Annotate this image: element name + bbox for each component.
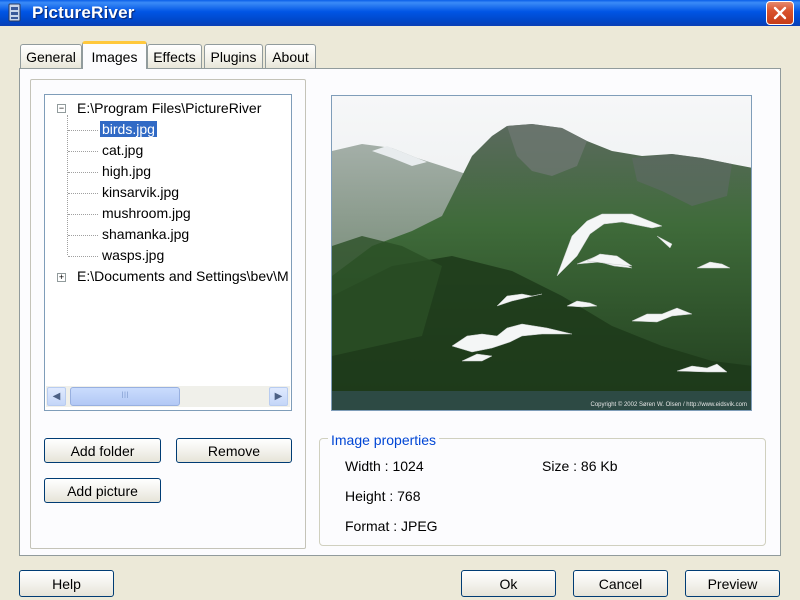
- plus-expander-icon[interactable]: +: [57, 273, 66, 282]
- tree-root-documents[interactable]: E:\Documents and Settings\bev\M: [77, 268, 289, 284]
- scrollbar-thumb[interactable]: III: [70, 387, 180, 406]
- tree-file-wasps[interactable]: wasps.jpg: [102, 247, 164, 263]
- help-button[interactable]: Help: [19, 570, 114, 597]
- folder-tree-view[interactable]: − E:\Program Files\PictureRiver birds.jp…: [44, 94, 292, 411]
- preview-button[interactable]: Preview: [685, 570, 780, 597]
- ok-button[interactable]: Ok: [461, 570, 556, 597]
- close-icon: [773, 6, 787, 20]
- tab-plugins[interactable]: Plugins: [204, 44, 263, 68]
- add-folder-button[interactable]: Add folder: [44, 438, 161, 463]
- scroll-left-arrow-icon[interactable]: ◀: [47, 387, 66, 406]
- tab-effects[interactable]: Effects: [147, 44, 202, 68]
- remove-button[interactable]: Remove: [176, 438, 292, 463]
- title-bar[interactable]: PictureRiver: [0, 0, 800, 26]
- close-button[interactable]: [766, 1, 794, 25]
- tree-file-high[interactable]: high.jpg: [102, 163, 151, 179]
- tree-horizontal-scrollbar[interactable]: ◀ III ▶: [46, 386, 290, 407]
- tree-root-program-files[interactable]: E:\Program Files\PictureRiver: [77, 100, 261, 116]
- tab-about[interactable]: About: [265, 44, 316, 68]
- tree-file-shamanka[interactable]: shamanka.jpg: [102, 226, 189, 242]
- tree-connector: [68, 130, 98, 131]
- tab-general[interactable]: General: [20, 44, 82, 68]
- tree-file-birds[interactable]: birds.jpg: [100, 121, 157, 137]
- scroll-right-arrow-icon[interactable]: ▶: [269, 387, 288, 406]
- minus-expander-icon[interactable]: −: [57, 104, 66, 113]
- tree-connector: [68, 193, 98, 194]
- add-picture-button[interactable]: Add picture: [44, 478, 161, 503]
- cancel-button[interactable]: Cancel: [573, 570, 668, 597]
- tree-file-cat[interactable]: cat.jpg: [102, 142, 143, 158]
- tree-connector: [67, 115, 68, 255]
- tree-file-mushroom[interactable]: mushroom.jpg: [102, 205, 191, 221]
- tree-connector: [68, 235, 98, 236]
- tree-connector: [68, 214, 98, 215]
- tree-connector: [68, 151, 98, 152]
- picture-river-app-icon[interactable]: [6, 3, 24, 23]
- tree-connector: [68, 172, 98, 173]
- window-title: PictureRiver: [32, 3, 135, 22]
- tab-images[interactable]: Images: [82, 41, 147, 69]
- tree-connector: [68, 256, 98, 257]
- tree-file-kinsarvik[interactable]: kinsarvik.jpg: [102, 184, 179, 200]
